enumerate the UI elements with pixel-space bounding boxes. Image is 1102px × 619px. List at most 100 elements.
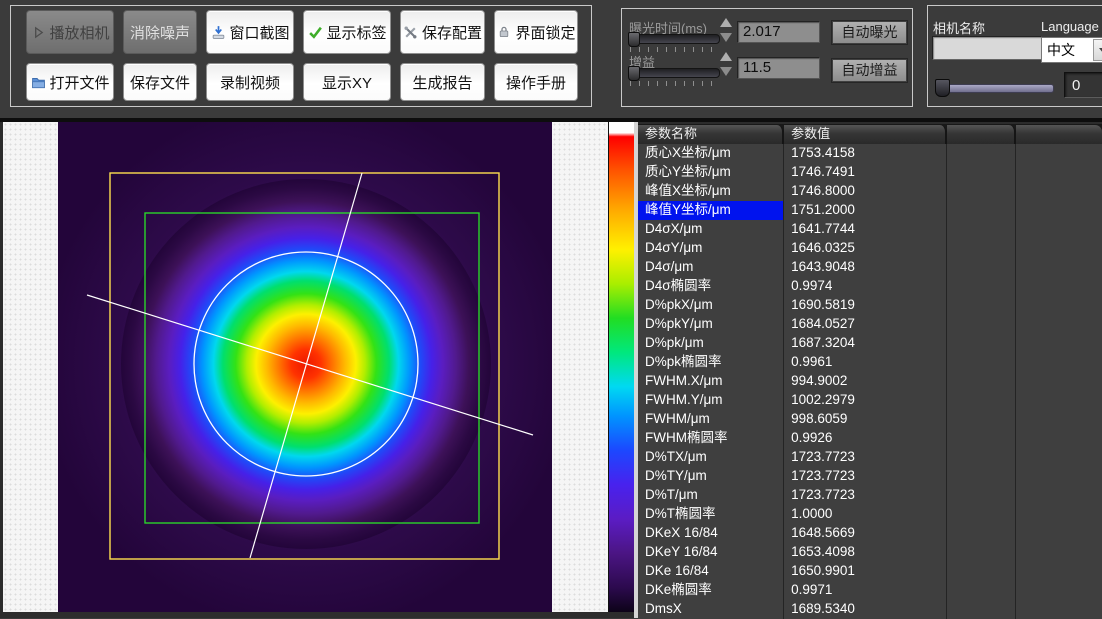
- parameter-table[interactable]: 参数名称 参数值 质心X坐标/μm1753.4158质心Y坐标/μm1746.7…: [638, 124, 1102, 619]
- table-row[interactable]: D%pk椭圆率0.9961: [638, 353, 1102, 372]
- empty-cell[interactable]: [1016, 524, 1102, 543]
- empty-cell[interactable]: [947, 144, 1016, 163]
- param-value-cell[interactable]: 1653.4098: [784, 543, 947, 562]
- gain-slider-thumb[interactable]: [628, 66, 640, 81]
- empty-cell[interactable]: [947, 486, 1016, 505]
- param-value-cell[interactable]: 1643.9048: [784, 258, 947, 277]
- table-row[interactable]: DKe椭圆率0.9971: [638, 581, 1102, 600]
- param-name-cell[interactable]: D%pk椭圆率: [638, 353, 784, 372]
- empty-cell[interactable]: [1016, 391, 1102, 410]
- param-value-cell[interactable]: 994.9002: [784, 372, 947, 391]
- empty-cell[interactable]: [1016, 163, 1102, 182]
- empty-cell[interactable]: [947, 315, 1016, 334]
- empty-cell[interactable]: [947, 448, 1016, 467]
- empty-cell[interactable]: [947, 562, 1016, 581]
- param-value-cell[interactable]: 1753.4158: [784, 144, 947, 163]
- param-name-cell[interactable]: D4σY/μm: [638, 239, 784, 258]
- empty-cell[interactable]: [947, 182, 1016, 201]
- param-name-cell[interactable]: FWHM/μm: [638, 410, 784, 429]
- empty-cell[interactable]: [947, 467, 1016, 486]
- param-name-cell[interactable]: 峰值X坐标/μm: [638, 182, 784, 201]
- table-row[interactable]: D4σ/μm1643.9048: [638, 258, 1102, 277]
- record-video-button[interactable]: 录制视频: [206, 63, 294, 101]
- table-row[interactable]: FWHM.X/μm994.9002: [638, 372, 1102, 391]
- empty-cell[interactable]: [1016, 315, 1102, 334]
- header-empty-1[interactable]: [947, 125, 1016, 144]
- param-value-cell[interactable]: 1723.7723: [784, 486, 947, 505]
- empty-cell[interactable]: [947, 429, 1016, 448]
- table-row[interactable]: D4σ椭圆率0.9974: [638, 277, 1102, 296]
- empty-cell[interactable]: [1016, 296, 1102, 315]
- empty-cell[interactable]: [1016, 277, 1102, 296]
- spin-down-icon[interactable]: [720, 67, 732, 76]
- param-value-cell[interactable]: 1.0000: [784, 505, 947, 524]
- camera-slider[interactable]: [936, 84, 1054, 93]
- table-row[interactable]: DmsX1689.5340: [638, 600, 1102, 619]
- table-row[interactable]: D%T/μm1723.7723: [638, 486, 1102, 505]
- table-row[interactable]: D%pkX/μm1690.5819: [638, 296, 1102, 315]
- param-value-cell[interactable]: 1641.7744: [784, 220, 947, 239]
- table-row[interactable]: D%pk/μm1687.3204: [638, 334, 1102, 353]
- empty-cell[interactable]: [1016, 486, 1102, 505]
- empty-cell[interactable]: [947, 201, 1016, 220]
- show-labels-button[interactable]: 显示标签: [303, 10, 391, 54]
- empty-cell[interactable]: [1016, 543, 1102, 562]
- denoise-button[interactable]: 消除噪声: [123, 10, 197, 54]
- table-row[interactable]: 质心Y坐标/μm1746.7491: [638, 163, 1102, 182]
- chevron-down-icon[interactable]: [1093, 39, 1102, 61]
- open-file-button[interactable]: 打开文件: [26, 63, 114, 101]
- header-param-name[interactable]: 参数名称: [638, 125, 784, 144]
- param-name-cell[interactable]: DKeY 16/84: [638, 543, 784, 562]
- empty-cell[interactable]: [1016, 334, 1102, 353]
- empty-cell[interactable]: [1016, 410, 1102, 429]
- param-name-cell[interactable]: D4σ/μm: [638, 258, 784, 277]
- empty-cell[interactable]: [1016, 562, 1102, 581]
- param-value-cell[interactable]: 0.9961: [784, 353, 947, 372]
- param-value-cell[interactable]: 998.6059: [784, 410, 947, 429]
- empty-cell[interactable]: [947, 410, 1016, 429]
- param-value-cell[interactable]: 1646.0325: [784, 239, 947, 258]
- exposure-slider[interactable]: [628, 34, 720, 44]
- param-value-cell[interactable]: 1746.8000: [784, 182, 947, 201]
- empty-cell[interactable]: [947, 296, 1016, 315]
- empty-cell[interactable]: [947, 600, 1016, 619]
- table-row[interactable]: 峰值X坐标/μm1746.8000: [638, 182, 1102, 201]
- window-screenshot-button[interactable]: 窗口截图: [206, 10, 294, 54]
- param-value-cell[interactable]: 1751.2000: [784, 201, 947, 220]
- gain-value-field[interactable]: 11.5: [737, 57, 820, 79]
- exposure-spinner[interactable]: [719, 17, 733, 43]
- beam-image[interactable]: [58, 122, 552, 612]
- empty-cell[interactable]: [947, 353, 1016, 372]
- table-row[interactable]: D4σX/μm1641.7744: [638, 220, 1102, 239]
- table-row[interactable]: FWHM/μm998.6059: [638, 410, 1102, 429]
- param-value-cell[interactable]: 1687.3204: [784, 334, 947, 353]
- param-value-cell[interactable]: 1650.9901: [784, 562, 947, 581]
- table-row[interactable]: DKe 16/841650.9901: [638, 562, 1102, 581]
- empty-cell[interactable]: [947, 391, 1016, 410]
- param-name-cell[interactable]: D%T/μm: [638, 486, 784, 505]
- empty-cell[interactable]: [1016, 581, 1102, 600]
- gain-slider[interactable]: [628, 68, 720, 78]
- param-value-cell[interactable]: 0.9974: [784, 277, 947, 296]
- empty-cell[interactable]: [947, 220, 1016, 239]
- empty-cell[interactable]: [947, 163, 1016, 182]
- param-value-cell[interactable]: 1648.5669: [784, 524, 947, 543]
- param-value-cell[interactable]: 1684.0527: [784, 315, 947, 334]
- param-name-cell[interactable]: D%TY/μm: [638, 467, 784, 486]
- auto-gain-button[interactable]: 自动增益: [832, 59, 907, 82]
- param-name-cell[interactable]: D%pkY/μm: [638, 315, 784, 334]
- auto-exposure-button[interactable]: 自动曝光: [832, 21, 907, 44]
- camera-slider-value-field[interactable]: 0: [1064, 72, 1102, 98]
- lock-ui-button[interactable]: 界面锁定: [494, 10, 578, 54]
- empty-cell[interactable]: [947, 334, 1016, 353]
- param-name-cell[interactable]: D%T椭圆率: [638, 505, 784, 524]
- param-value-cell[interactable]: 0.9971: [784, 581, 947, 600]
- empty-cell[interactable]: [1016, 505, 1102, 524]
- table-row[interactable]: FWHM.Y/μm1002.2979: [638, 391, 1102, 410]
- exposure-value-field[interactable]: 2.017: [737, 21, 820, 43]
- param-name-cell[interactable]: 质心Y坐标/μm: [638, 163, 784, 182]
- param-value-cell[interactable]: 1689.5340: [784, 600, 947, 619]
- show-xy-button[interactable]: 显示XY: [303, 63, 391, 101]
- empty-cell[interactable]: [1016, 239, 1102, 258]
- save-file-button[interactable]: 保存文件: [123, 63, 197, 101]
